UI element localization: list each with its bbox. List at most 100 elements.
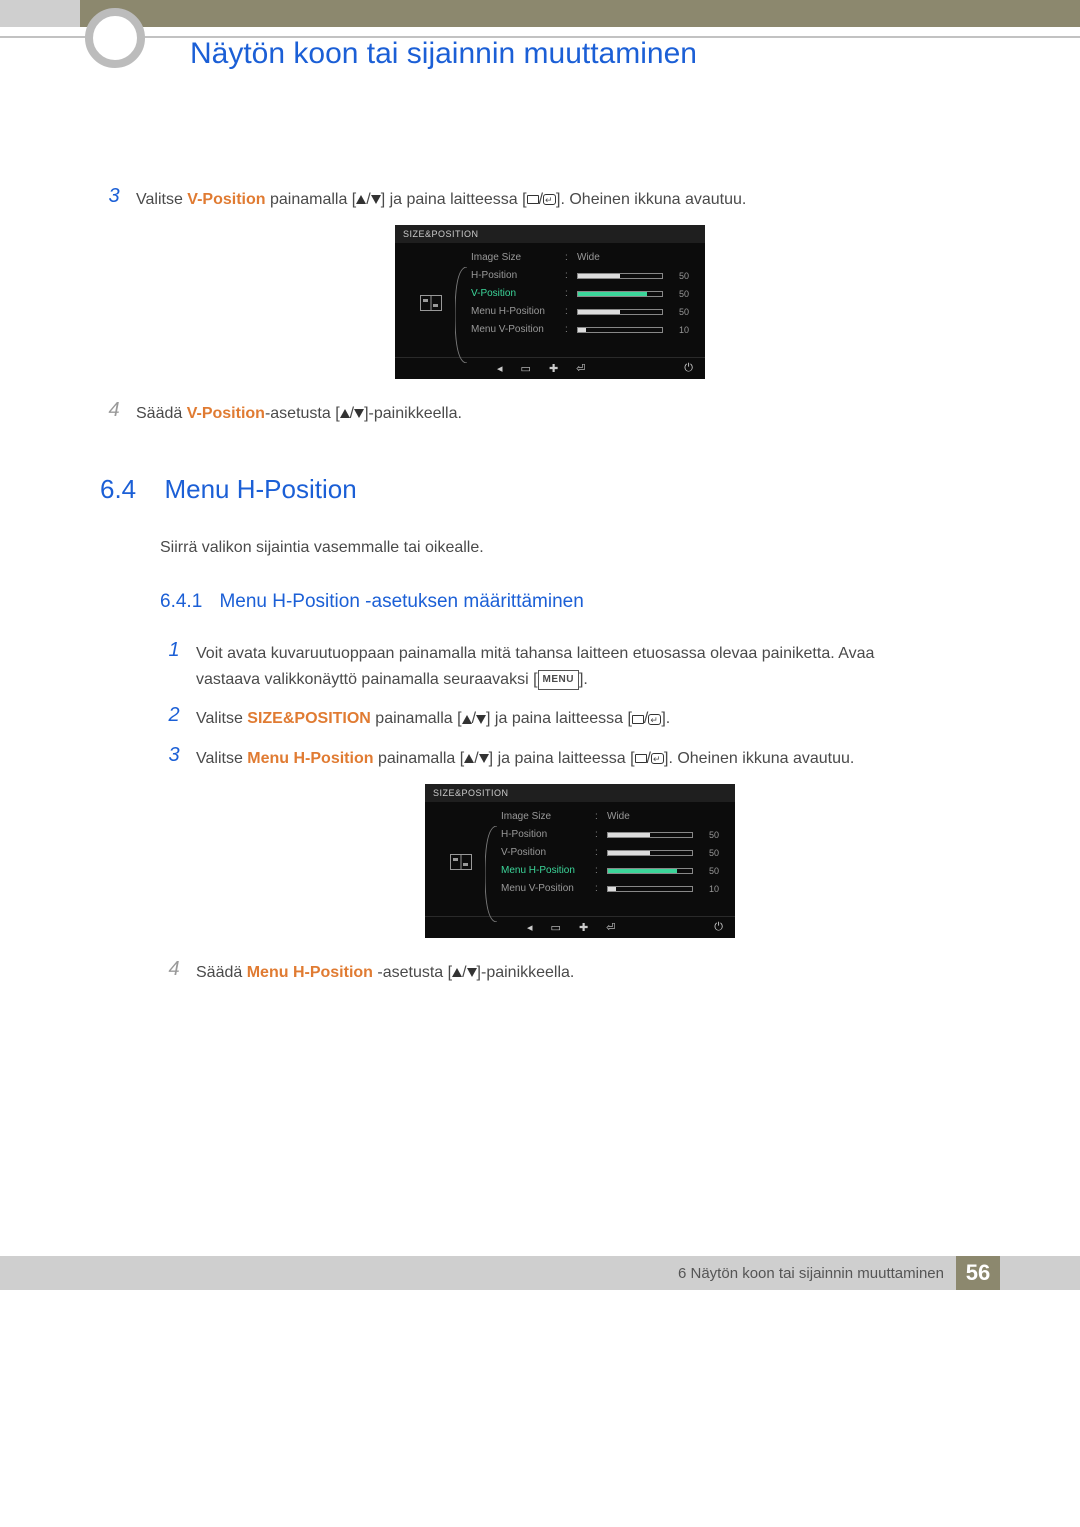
- text: Säädä: [196, 964, 247, 981]
- up-arrow-icon: [464, 754, 474, 763]
- osd-row-image-size: Image Size : Wide: [471, 249, 697, 267]
- osd-list: Image Size : Wide H-Position : 50 V-Posi…: [451, 249, 697, 339]
- footer-right-block: [1000, 1256, 1080, 1290]
- enter-icon: [651, 753, 664, 764]
- page-title: Näytön koon tai sijainnin muuttaminen: [190, 37, 697, 71]
- osd-value: 50: [699, 830, 719, 840]
- osd-bar-fill: [608, 869, 677, 873]
- colon: :: [595, 865, 601, 876]
- osd-body: Image Size : Wide H-Position : 50 V-Posi…: [425, 802, 735, 916]
- menu-button-label: MENU: [538, 670, 579, 690]
- left-icon: ◂: [497, 362, 503, 375]
- plus-icon: ✚: [579, 921, 588, 934]
- osd-title: SIZE&POSITION: [395, 225, 705, 243]
- minus-icon: ▭: [551, 921, 561, 934]
- colon: :: [565, 270, 571, 281]
- osd-row-v-position: V-Position : 50: [471, 285, 697, 303]
- term-menu-h-position: Menu H-Position: [247, 964, 373, 981]
- term-menu-h-position: Menu H-Position: [247, 750, 373, 767]
- step-number: 4: [100, 399, 128, 422]
- osd-footer: ◂ ▭ ✚ ⏎ ⏻: [425, 916, 735, 938]
- osd-label: H-Position: [501, 829, 589, 840]
- osd-value: 50: [699, 866, 719, 876]
- up-arrow-icon: [356, 195, 366, 204]
- text: Säädä: [136, 405, 187, 422]
- plus-icon: ✚: [549, 362, 558, 375]
- content: 3 Valitse V-Position painamalla [/] ja p…: [100, 185, 1000, 997]
- osd-label: Menu H-Position: [501, 865, 589, 876]
- osd-bar-fill: [578, 292, 647, 296]
- text: -asetusta [: [265, 405, 340, 422]
- minus-icon: ▭: [521, 362, 531, 375]
- source-icon: [635, 754, 647, 763]
- page-footer: 6 Näytön koon tai sijainnin muuttaminen …: [0, 1256, 1080, 1290]
- subsection-number: 6.4.1: [160, 591, 215, 613]
- osd-bar: [577, 291, 663, 297]
- term-v-position: V-Position: [187, 191, 265, 208]
- text: ].: [661, 710, 670, 727]
- enter-icon: [543, 194, 556, 205]
- text: ] ja paina laitteessa [: [381, 191, 527, 208]
- step-1: 1 Voit avata kuvaruutuoppaan painamalla …: [160, 639, 1000, 692]
- osd-bar: [607, 850, 693, 856]
- osd-bar-fill: [608, 833, 650, 837]
- source-icon: [632, 715, 644, 724]
- bracket-icon: [455, 267, 469, 363]
- term-v-position: V-Position: [187, 405, 265, 422]
- osd-bar-fill: [578, 310, 620, 314]
- osd-value: 50: [669, 271, 689, 281]
- section-number: 6.4: [100, 474, 160, 505]
- colon: :: [565, 306, 571, 317]
- osd-bar: [607, 868, 693, 874]
- section-6-4: 6.4 Menu H-Position: [100, 474, 1000, 505]
- osd-label: V-Position: [501, 847, 589, 858]
- down-arrow-icon: [354, 409, 364, 418]
- size-position-icon: [420, 295, 442, 311]
- osd-bar-fill: [578, 328, 586, 332]
- osd-row-menu-h-position: Menu H-Position : 50: [471, 303, 697, 321]
- osd-row-image-size: Image Size : Wide: [501, 808, 727, 826]
- power-icon: ⏻: [714, 921, 723, 934]
- osd-label: Menu V-Position: [471, 324, 559, 335]
- osd-bar-fill: [578, 274, 620, 278]
- text: ]. Oheinen ikkuna avautuu.: [664, 750, 854, 767]
- osd-footer: ◂ ▭ ✚ ⏎ ⏻: [395, 357, 705, 379]
- text: Valitse: [196, 710, 247, 727]
- text: ].: [579, 671, 588, 688]
- term-size-position: SIZE&POSITION: [247, 710, 371, 727]
- text: Voit avata kuvaruutuoppaan painamalla mi…: [196, 645, 874, 662]
- osd-value: Wide: [577, 252, 600, 263]
- text: vastaava valikkonäyttö painamalla seuraa…: [196, 671, 538, 688]
- osd-label: Menu V-Position: [501, 883, 589, 894]
- osd-bar-fill: [608, 887, 616, 891]
- step-number: 3: [160, 744, 188, 767]
- step-text: Voit avata kuvaruutuoppaan painamalla mi…: [196, 639, 874, 692]
- section-title: Menu H-Position: [164, 474, 356, 504]
- steps-block: 1 Voit avata kuvaruutuoppaan painamalla …: [160, 639, 1000, 985]
- osd-bar: [607, 886, 693, 892]
- section-description: Siirrä valikon sijaintia vasemmalle tai …: [160, 539, 1000, 557]
- text: ]-painikkeella.: [477, 964, 575, 981]
- osd-bar-fill: [608, 851, 650, 855]
- text: painamalla [: [266, 191, 357, 208]
- osd-category-icon: [411, 249, 451, 339]
- down-arrow-icon: [476, 715, 486, 724]
- colon: :: [565, 324, 571, 335]
- footer-chapter-label: 6 Näytön koon tai sijainnin muuttaminen: [80, 1256, 956, 1290]
- colon: :: [595, 847, 601, 858]
- source-icon: [527, 195, 539, 204]
- bracket-icon: [485, 826, 499, 922]
- text: ] ja paina laitteessa [: [489, 750, 635, 767]
- power-icon: ⏻: [684, 362, 693, 375]
- osd-row-h-position: H-Position : 50: [501, 826, 727, 844]
- step-number: 2: [160, 704, 188, 727]
- step-number: 1: [160, 639, 188, 662]
- enter-icon: ⏎: [606, 921, 615, 934]
- osd-body: Image Size : Wide H-Position : 50 V-Posi…: [395, 243, 705, 357]
- step-3: 3 Valitse Menu H-Position painamalla [/]…: [160, 744, 1000, 772]
- osd-category-icon: [441, 808, 481, 898]
- osd-row-menu-v-position: Menu V-Position : 10: [471, 321, 697, 339]
- osd-value: 50: [669, 289, 689, 299]
- osd-bar: [577, 309, 663, 315]
- text: Valitse: [196, 750, 247, 767]
